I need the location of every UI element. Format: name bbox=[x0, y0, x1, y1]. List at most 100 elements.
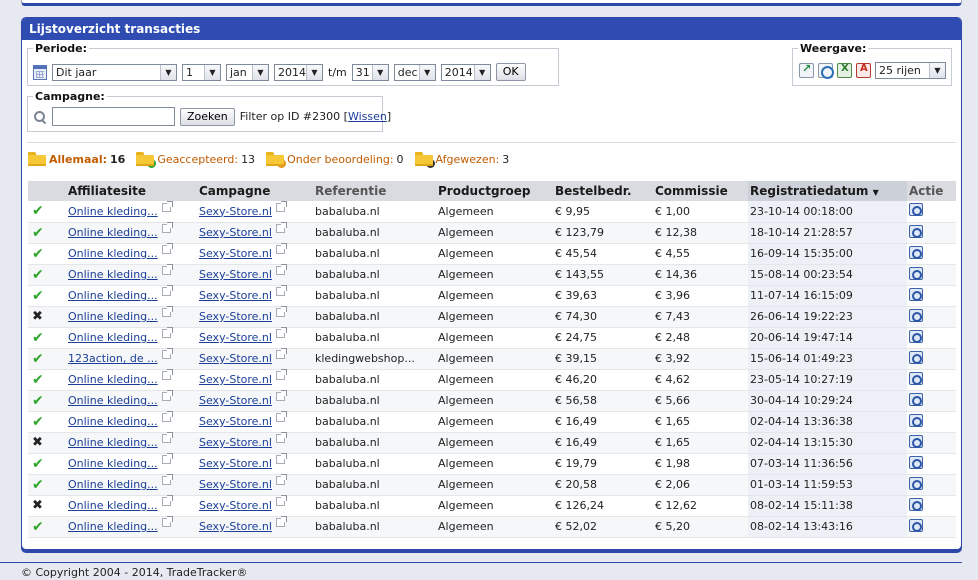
affiliatesite-link[interactable]: Online kleding... bbox=[68, 205, 158, 218]
campaign-link[interactable]: Sexy-Store.nl bbox=[199, 289, 272, 302]
from-month-select[interactable]: jan ▼ bbox=[226, 63, 269, 81]
col-campagne[interactable]: Campagne bbox=[197, 181, 313, 201]
external-link-icon[interactable] bbox=[161, 285, 173, 296]
campaign-link[interactable]: Sexy-Store.nl bbox=[199, 352, 272, 365]
campaign-link[interactable]: Sexy-Store.nl bbox=[199, 268, 272, 281]
external-link-icon[interactable] bbox=[161, 306, 173, 317]
export-excel-icon[interactable] bbox=[837, 63, 852, 78]
col-productgroep[interactable]: Productgroep bbox=[436, 181, 553, 201]
external-link-icon[interactable] bbox=[275, 222, 287, 233]
external-link-icon[interactable] bbox=[275, 432, 287, 443]
external-link-icon[interactable] bbox=[161, 327, 173, 338]
external-link-icon[interactable] bbox=[161, 348, 173, 359]
period-ok-button[interactable]: OK bbox=[495, 63, 526, 81]
view-details-icon[interactable] bbox=[909, 350, 923, 364]
external-link-icon[interactable] bbox=[161, 369, 173, 380]
external-link-icon[interactable] bbox=[161, 264, 173, 275]
view-details-icon[interactable] bbox=[909, 497, 923, 511]
campaign-link[interactable]: Sexy-Store.nl bbox=[199, 226, 272, 239]
col-bestelbedrag[interactable]: Bestelbedr. bbox=[553, 181, 653, 201]
view-details-icon[interactable] bbox=[909, 329, 923, 343]
clear-filter-link[interactable]: Wissen bbox=[348, 110, 387, 123]
external-link-icon[interactable] bbox=[161, 200, 173, 212]
external-link-icon[interactable] bbox=[275, 243, 287, 254]
col-referentie[interactable]: Referentie bbox=[313, 181, 436, 201]
campaign-link[interactable]: Sexy-Store.nl bbox=[199, 436, 272, 449]
external-link-icon[interactable] bbox=[275, 264, 287, 275]
campaign-link[interactable]: Sexy-Store.nl bbox=[199, 310, 272, 323]
affiliatesite-link[interactable]: Online kleding... bbox=[68, 373, 158, 386]
external-link-icon[interactable] bbox=[161, 411, 173, 422]
affiliatesite-link[interactable]: Online kleding... bbox=[68, 247, 158, 260]
rows-per-page-select[interactable]: 25 rijen ▼ bbox=[875, 62, 946, 79]
export-xml-icon[interactable] bbox=[799, 62, 814, 78]
external-link-icon[interactable] bbox=[161, 453, 173, 464]
external-link-icon[interactable] bbox=[275, 390, 287, 401]
affiliatesite-link[interactable]: Online kleding... bbox=[68, 268, 158, 281]
external-link-icon[interactable] bbox=[275, 495, 287, 506]
campaign-link[interactable]: Sexy-Store.nl bbox=[199, 478, 272, 491]
external-link-icon[interactable] bbox=[161, 222, 173, 233]
external-link-icon[interactable] bbox=[161, 516, 173, 527]
from-year-select[interactable]: 2014 ▼ bbox=[274, 63, 323, 81]
affiliatesite-link[interactable]: Online kleding... bbox=[68, 457, 158, 470]
external-link-icon[interactable] bbox=[275, 516, 287, 527]
external-link-icon[interactable] bbox=[161, 474, 173, 485]
status-pending[interactable]: ? Onder beoordeling: 0 bbox=[266, 152, 404, 168]
campaign-link[interactable]: Sexy-Store.nl bbox=[199, 247, 272, 260]
to-month-select[interactable]: dec ▼ bbox=[393, 63, 436, 81]
view-details-icon[interactable] bbox=[909, 203, 923, 217]
view-details-icon[interactable] bbox=[909, 476, 923, 490]
campaign-link[interactable]: Sexy-Store.nl bbox=[199, 205, 272, 218]
external-link-icon[interactable] bbox=[161, 390, 173, 401]
col-affiliatesite[interactable]: Affiliatesite bbox=[66, 181, 197, 201]
external-link-icon[interactable] bbox=[161, 243, 173, 254]
to-year-select[interactable]: 2014 ▼ bbox=[440, 63, 491, 81]
export-pdf-icon[interactable] bbox=[856, 63, 871, 78]
affiliatesite-link[interactable]: Online kleding... bbox=[68, 310, 158, 323]
to-day-select[interactable]: 31 ▼ bbox=[351, 63, 389, 81]
affiliatesite-link[interactable]: Online kleding... bbox=[68, 331, 158, 344]
export-csv-icon[interactable] bbox=[818, 63, 834, 79]
affiliatesite-link[interactable]: Online kleding... bbox=[68, 520, 158, 533]
view-details-icon[interactable] bbox=[909, 287, 923, 301]
view-details-icon[interactable] bbox=[909, 308, 923, 322]
campaign-link[interactable]: Sexy-Store.nl bbox=[199, 457, 272, 470]
period-preset-select[interactable]: Dit jaar ▼ bbox=[52, 63, 177, 81]
external-link-icon[interactable] bbox=[275, 453, 287, 464]
view-details-icon[interactable] bbox=[909, 392, 923, 406]
search-button[interactable]: Zoeken bbox=[180, 107, 235, 126]
campaign-link[interactable]: Sexy-Store.nl bbox=[199, 520, 272, 533]
calendar-icon[interactable] bbox=[33, 64, 47, 80]
view-details-icon[interactable] bbox=[909, 518, 923, 532]
view-details-icon[interactable] bbox=[909, 266, 923, 280]
status-accepted[interactable]: ✓ Geaccepteerd: 13 bbox=[136, 152, 255, 168]
view-details-icon[interactable] bbox=[909, 371, 923, 385]
external-link-icon[interactable] bbox=[275, 306, 287, 317]
external-link-icon[interactable] bbox=[275, 327, 287, 338]
affiliatesite-link[interactable]: 123action, de ... bbox=[68, 352, 158, 365]
external-link-icon[interactable] bbox=[161, 432, 173, 443]
campaign-link[interactable]: Sexy-Store.nl bbox=[199, 331, 272, 344]
affiliatesite-link[interactable]: Online kleding... bbox=[68, 415, 158, 428]
col-registratiedatum[interactable]: Registratiedatum ▼ bbox=[748, 181, 907, 201]
external-link-icon[interactable] bbox=[275, 474, 287, 485]
campaign-link[interactable]: Sexy-Store.nl bbox=[199, 415, 272, 428]
affiliatesite-link[interactable]: Online kleding... bbox=[68, 289, 158, 302]
campaign-link[interactable]: Sexy-Store.nl bbox=[199, 394, 272, 407]
campaign-search-input[interactable] bbox=[52, 107, 175, 126]
view-details-icon[interactable] bbox=[909, 245, 923, 259]
external-link-icon[interactable] bbox=[275, 285, 287, 296]
external-link-icon[interactable] bbox=[275, 411, 287, 422]
status-all[interactable]: Allemaal: 16 bbox=[28, 152, 125, 166]
view-details-icon[interactable] bbox=[909, 455, 923, 469]
campaign-link[interactable]: Sexy-Store.nl bbox=[199, 499, 272, 512]
view-details-icon[interactable] bbox=[909, 413, 923, 427]
view-details-icon[interactable] bbox=[909, 434, 923, 448]
status-rejected[interactable]: ✕ Afgewezen: 3 bbox=[414, 152, 509, 168]
external-link-icon[interactable] bbox=[275, 348, 287, 359]
external-link-icon[interactable] bbox=[161, 495, 173, 506]
campaign-link[interactable]: Sexy-Store.nl bbox=[199, 373, 272, 386]
affiliatesite-link[interactable]: Online kleding... bbox=[68, 436, 158, 449]
external-link-icon[interactable] bbox=[275, 200, 287, 212]
